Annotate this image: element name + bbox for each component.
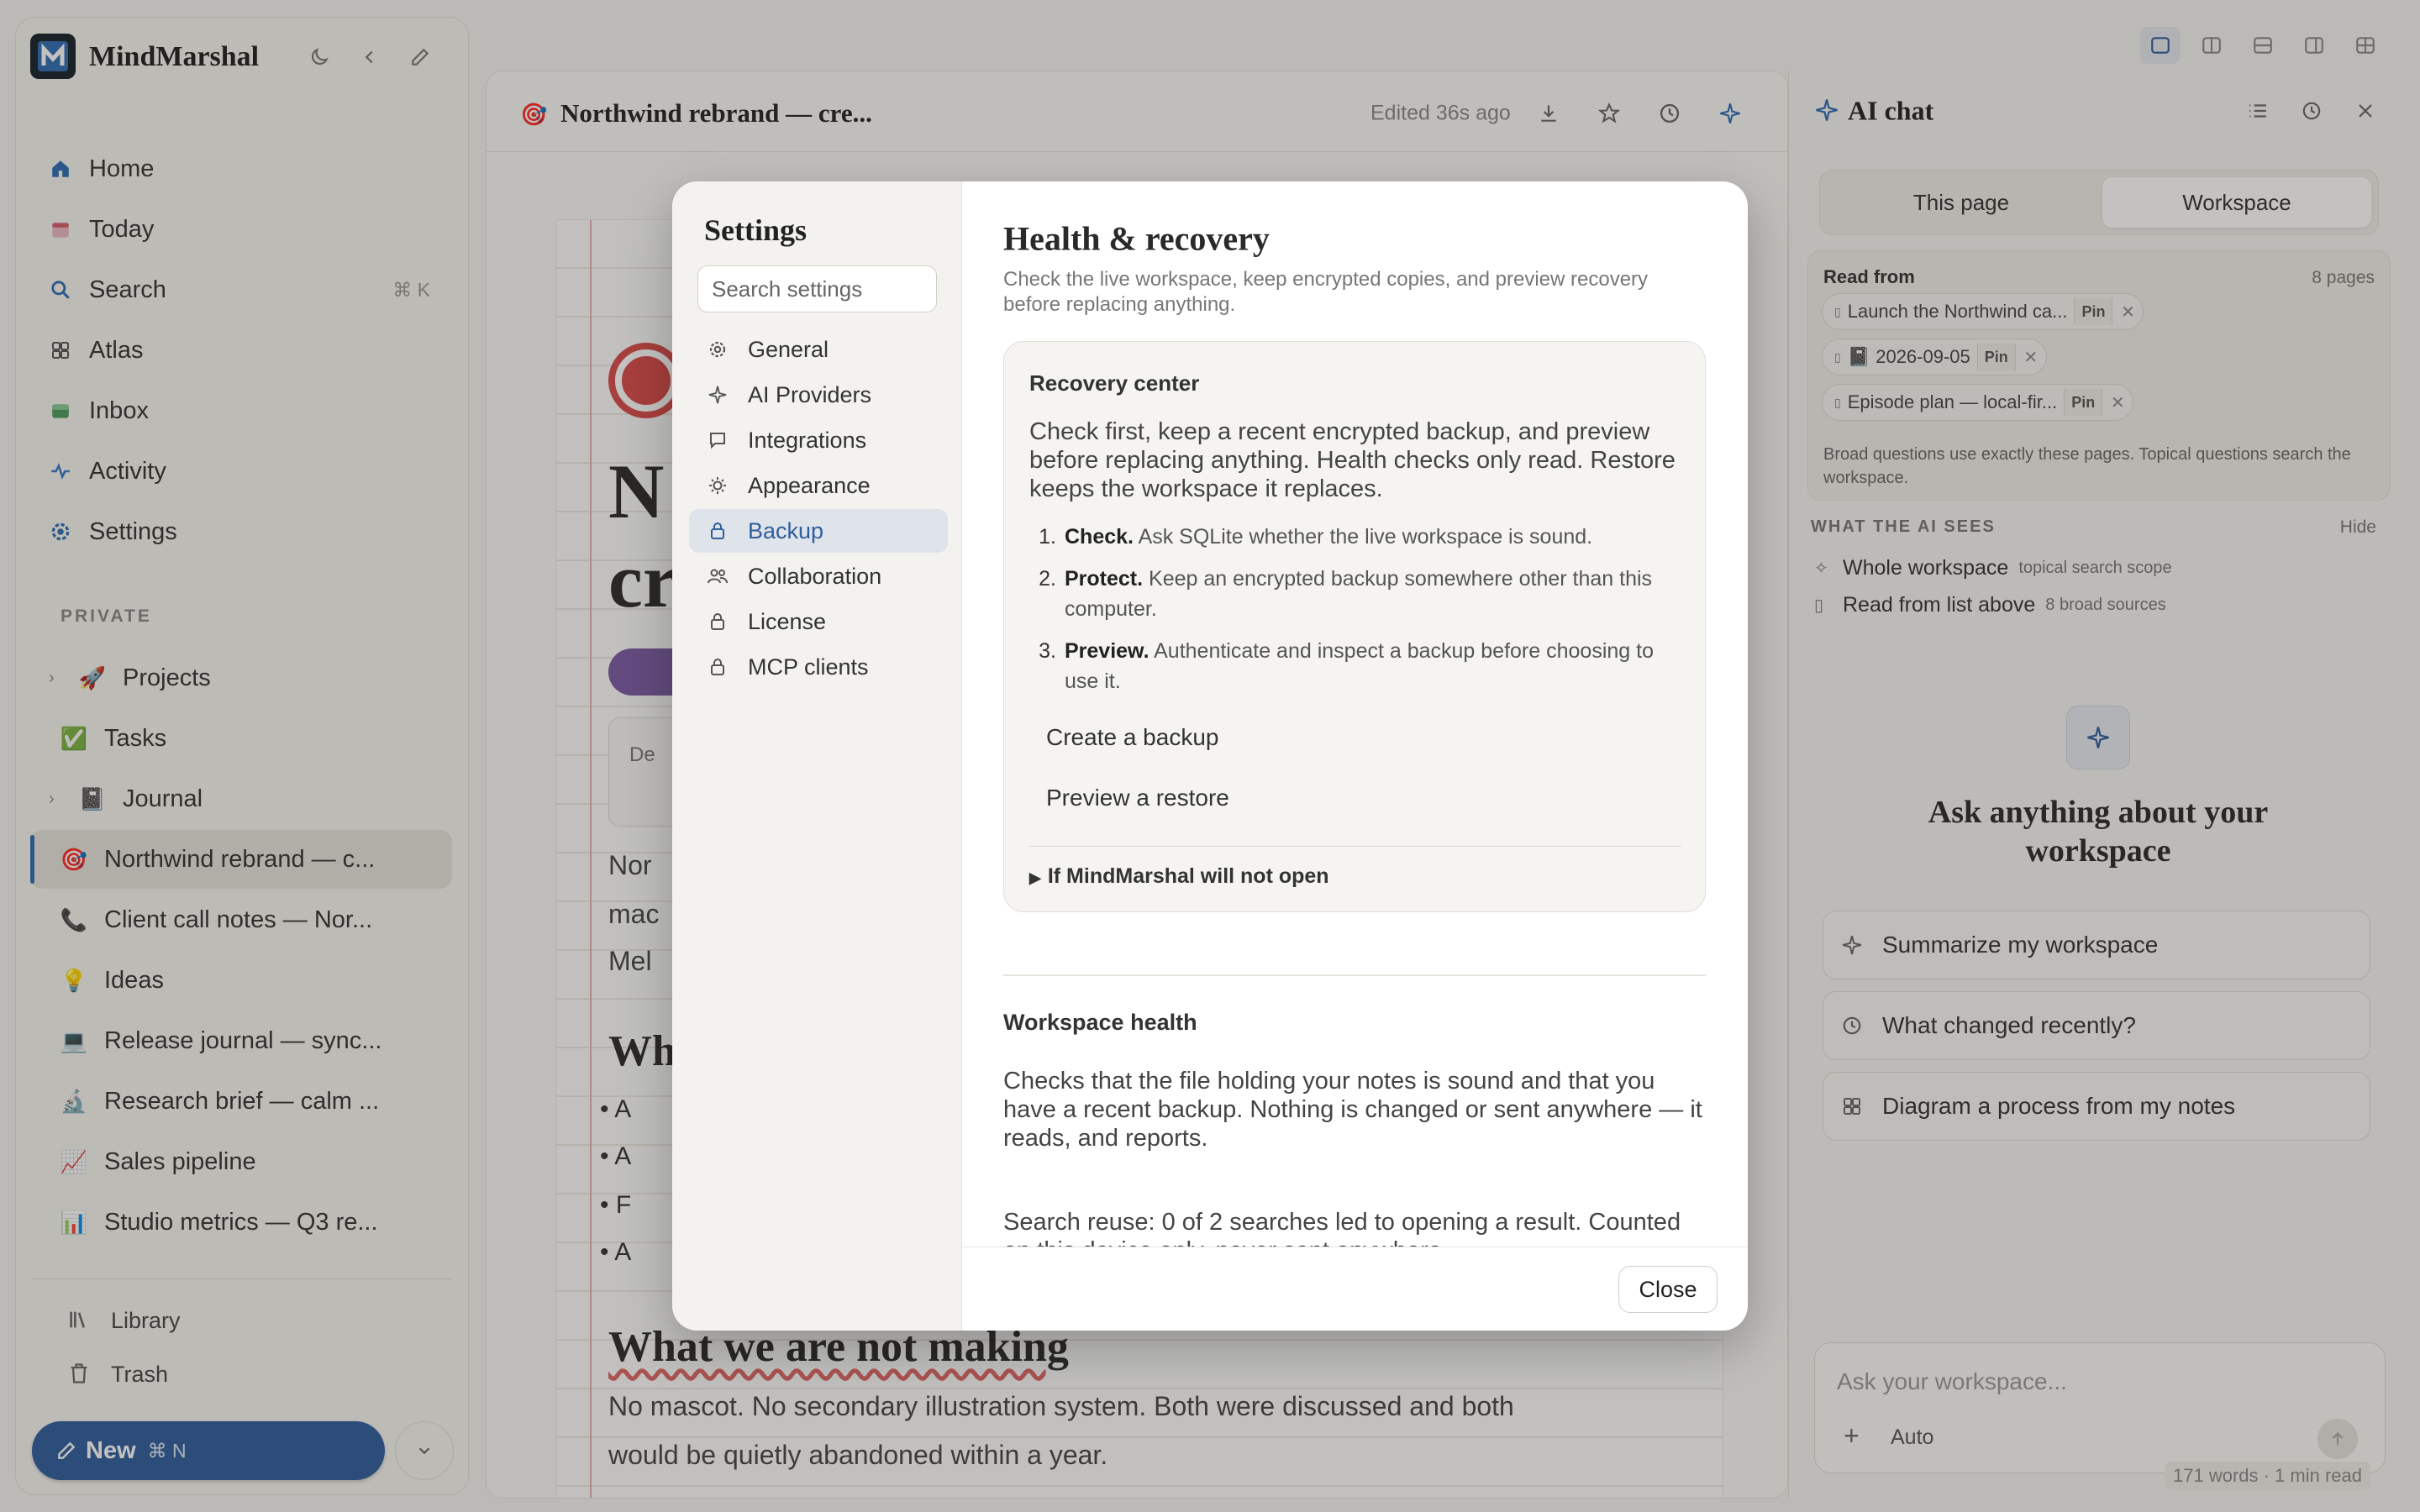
lock-icon (706, 519, 729, 543)
sparkle-icon (706, 383, 729, 407)
settings-modal: Settings General AI Providers Integratio… (672, 181, 1748, 1331)
settings-nav-label: Integrations (748, 427, 867, 453)
preview-restore-button[interactable]: Preview a restore (1028, 772, 1280, 824)
settings-nav-label: General (748, 336, 829, 362)
section-subheading: Check the live workspace, keep encrypted… (1003, 268, 1649, 316)
chat-icon (706, 428, 729, 452)
divider (1003, 974, 1706, 976)
settings-nav-collaboration[interactable]: Collaboration (689, 554, 948, 598)
settings-footer: Close (963, 1247, 1748, 1331)
settings-nav-integrations[interactable]: Integrations (689, 418, 948, 462)
close-button[interactable]: Close (1618, 1266, 1718, 1313)
divider (1029, 846, 1681, 847)
settings-nav: Settings General AI Providers Integratio… (672, 181, 962, 1331)
gear-icon (706, 338, 729, 361)
recovery-step: 1. Check. Ask SQLite whether the live wor… (1039, 525, 1593, 549)
lock-icon (706, 610, 729, 633)
search-reuse-text: Search reuse: 0 of 2 searches led to ope… (1003, 1209, 1681, 1247)
people-icon (706, 564, 729, 588)
create-backup-button[interactable]: Create a backup (1028, 711, 1280, 764)
settings-content: Health & recovery Check the live workspa… (963, 181, 1748, 1247)
settings-nav-label: AI Providers (748, 381, 872, 407)
sun-icon (706, 474, 729, 497)
recovery-step: 3. Preview. Authenticate and inspect a ba… (1039, 639, 1654, 693)
settings-nav-ai-providers[interactable]: AI Providers (689, 373, 948, 417)
settings-nav-backup[interactable]: Backup (689, 509, 948, 553)
lock-icon (706, 655, 729, 679)
settings-nav-license[interactable]: License (689, 600, 948, 643)
settings-nav-label: License (748, 608, 827, 634)
workspace-health-text: Checks that the file holding your notes … (1003, 1068, 1702, 1152)
section-heading: Health & recovery (1003, 219, 1270, 258)
settings-search-input[interactable] (697, 265, 937, 312)
troubleshoot-disclosure[interactable]: ▶ If MindMarshal will not open (1029, 864, 1329, 889)
recovery-center-card: Recovery center Check first, keep a rece… (1003, 341, 1706, 912)
settings-nav-label: Appearance (748, 472, 871, 498)
settings-nav-appearance[interactable]: Appearance (689, 464, 948, 507)
disclosure-triangle-icon: ▶ (1029, 869, 1041, 886)
settings-nav-label: Collaboration (748, 563, 882, 589)
recovery-intro: Check first, keep a recent encrypted bac… (1029, 418, 1676, 502)
settings-nav-general[interactable]: General (689, 328, 948, 371)
recovery-center-title: Recovery center (1029, 370, 1200, 396)
settings-title: Settings (704, 213, 808, 247)
workspace-health-title: Workspace health (1003, 1010, 1197, 1035)
settings-nav-label: MCP clients (748, 654, 869, 680)
settings-nav-label: Backup (748, 517, 824, 543)
settings-nav-mcp-clients[interactable]: MCP clients (689, 645, 948, 689)
recovery-step: 2. Protect. Keep an encrypted backup some… (1039, 567, 1653, 621)
